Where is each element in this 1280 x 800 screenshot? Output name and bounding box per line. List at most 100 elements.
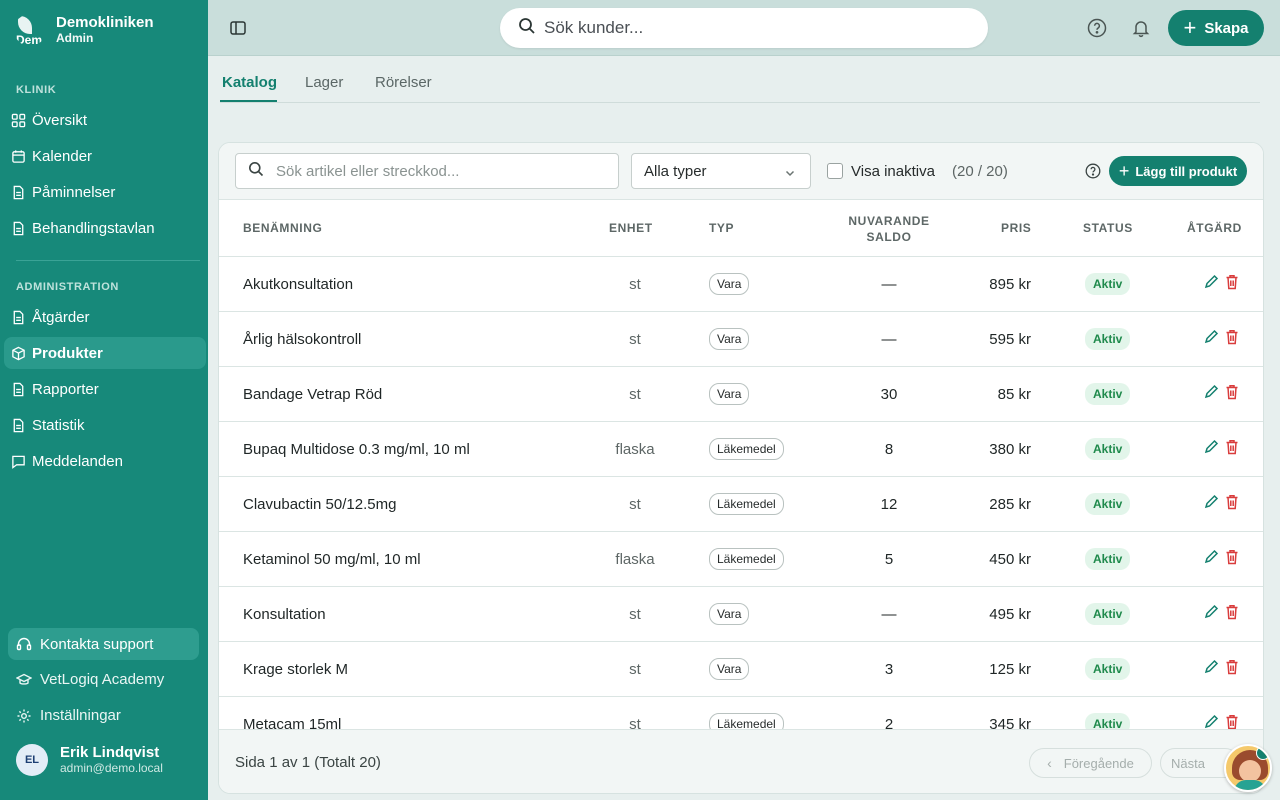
status-badge: Aktiv [1085,438,1131,460]
show-inactive-checkbox[interactable] [827,163,843,179]
sidebar-item-rapporter[interactable]: Rapporter [4,373,206,405]
pencil-icon[interactable] [1203,548,1219,566]
headset-icon [16,636,32,652]
sidebar-item-label: Åtgärder [32,308,90,326]
product-name: Clavubactin 50/12.5mg [243,496,397,513]
table-row[interactable]: Årlig hälsokontroll st Vara — 595 kr Akt… [219,312,1263,367]
product-balance: 2 [884,716,894,729]
document-icon [10,417,26,433]
article-search-input[interactable] [276,162,616,180]
product-unit: st [629,386,641,403]
sidebar-item-statistik[interactable]: Statistik [4,409,206,441]
type-select-value: Alla typer [644,162,707,180]
document-icon [10,184,26,200]
product-balance: 3 [884,661,894,678]
chevron-down-icon [784,166,796,178]
previous-page-button[interactable]: ‹ Föregående [1029,748,1152,778]
product-balance: 30 [880,386,898,403]
sidebar-item-atgarder[interactable]: Åtgärder [4,301,206,333]
sidebar-item-label: Rapporter [32,380,99,398]
trash-icon[interactable] [1224,383,1240,401]
header-unit[interactable]: ENHET [609,221,653,235]
table-row[interactable]: Clavubactin 50/12.5mg st Läkemedel 12 28… [219,477,1263,532]
pencil-icon[interactable] [1203,658,1219,676]
header-price[interactable]: PRIS [1001,221,1031,235]
pencil-icon[interactable] [1203,383,1219,401]
user-email: admin@demo.local [60,761,163,775]
status-badge: Aktiv [1085,328,1131,350]
settings-link[interactable]: Inställningar [16,707,121,724]
section-label-clinic: KLINIK [16,84,57,96]
header-type[interactable]: TYP [709,221,734,235]
pencil-icon[interactable] [1203,713,1219,729]
support-label: Kontakta support [40,635,154,653]
user-name: Erik Lindqvist [60,744,160,761]
table-row[interactable]: Ketaminol 50 mg/ml, 10 ml flaska Läkemed… [219,532,1263,587]
search-icon [248,161,276,182]
table-row[interactable]: Metacam 15ml st Läkemedel 2 345 kr Aktiv [219,697,1263,729]
table-row[interactable]: Bupaq Multidose 0.3 mg/ml, 10 ml flaska … [219,422,1263,477]
sidebar-item-produkter[interactable]: Produkter [4,337,206,369]
sidebar-item-paminnelser[interactable]: Påminnelser [4,176,206,208]
sidebar-item-oversikt[interactable]: Översikt [4,104,206,136]
trash-icon[interactable] [1224,438,1240,456]
brand[interactable]: Dem Demokliniken Admin [14,14,154,46]
pencil-icon[interactable] [1203,438,1219,456]
create-button[interactable]: + Skapa [1168,10,1264,46]
article-search[interactable] [235,153,619,189]
sidebar-item-label: Produkter [32,344,103,362]
header-balance[interactable]: NUVARANDE SALDO [839,213,939,245]
pencil-icon[interactable] [1203,273,1219,291]
trash-icon[interactable] [1224,328,1240,346]
academy-link[interactable]: VetLogiq Academy [16,671,164,688]
trash-icon[interactable] [1224,548,1240,566]
product-catalog-card: Alla typer Visa inaktiva (20 / 20) + Läg… [218,142,1264,794]
table-row[interactable]: Akutkonsultation st Vara — 895 kr Aktiv [219,257,1263,312]
header-action: ÅTGÄRD [1187,221,1242,235]
assistant-avatar-icon[interactable] [1224,744,1272,792]
tab-lager[interactable]: Lager [305,74,343,91]
product-price: 595 kr [989,331,1031,348]
status-badge: Aktiv [1085,713,1131,729]
grid-icon [10,112,26,128]
help-icon[interactable] [1085,163,1101,179]
sidebar-item-kalender[interactable]: Kalender [4,140,206,172]
trash-icon[interactable] [1224,713,1240,729]
help-icon[interactable] [1087,18,1107,38]
sidebar-toggle-icon[interactable] [228,18,248,38]
pencil-icon[interactable] [1203,328,1219,346]
customer-search[interactable] [500,8,988,48]
chat-icon [10,453,26,469]
sidebar-item-label: Meddelanden [32,452,123,470]
pencil-icon[interactable] [1203,603,1219,621]
pencil-icon[interactable] [1203,493,1219,511]
type-badge: Vara [709,603,750,625]
create-label: Skapa [1204,19,1249,37]
show-inactive-label[interactable]: Visa inaktiva [851,163,935,180]
bell-icon[interactable] [1131,18,1151,38]
status-badge: Aktiv [1085,383,1131,405]
sidebar-item-meddelanden[interactable]: Meddelanden [4,445,206,477]
table-row[interactable]: Krage storlek M st Vara 3 125 kr Aktiv [219,642,1263,697]
product-price: 450 kr [989,551,1031,568]
contact-support-button[interactable]: Kontakta support [8,628,199,660]
type-select[interactable]: Alla typer [631,153,811,189]
header-name[interactable]: BENÄMNING [243,221,322,235]
add-product-button[interactable]: + Lägg till produkt [1109,156,1247,186]
trash-icon[interactable] [1224,603,1240,621]
table-row[interactable]: Bandage Vetrap Röd st Vara 30 85 kr Akti… [219,367,1263,422]
sidebar-item-behandlingstavlan[interactable]: Behandlingstavlan [4,212,206,244]
search-icon [518,17,544,40]
search-input[interactable] [544,18,964,38]
tab-rorelser[interactable]: Rörelser [375,74,432,91]
product-balance: 8 [884,441,894,458]
trash-icon[interactable] [1224,273,1240,291]
header-status[interactable]: STATUS [1083,221,1133,235]
table-body: Akutkonsultation st Vara — 895 kr Aktiv … [219,257,1263,729]
tab-katalog[interactable]: Katalog [222,74,277,91]
user-profile[interactable]: EL Erik Lindqvist admin@demo.local [16,744,163,776]
trash-icon[interactable] [1224,493,1240,511]
product-name: Konsultation [243,606,326,623]
trash-icon[interactable] [1224,658,1240,676]
table-row[interactable]: Konsultation st Vara — 495 kr Aktiv [219,587,1263,642]
